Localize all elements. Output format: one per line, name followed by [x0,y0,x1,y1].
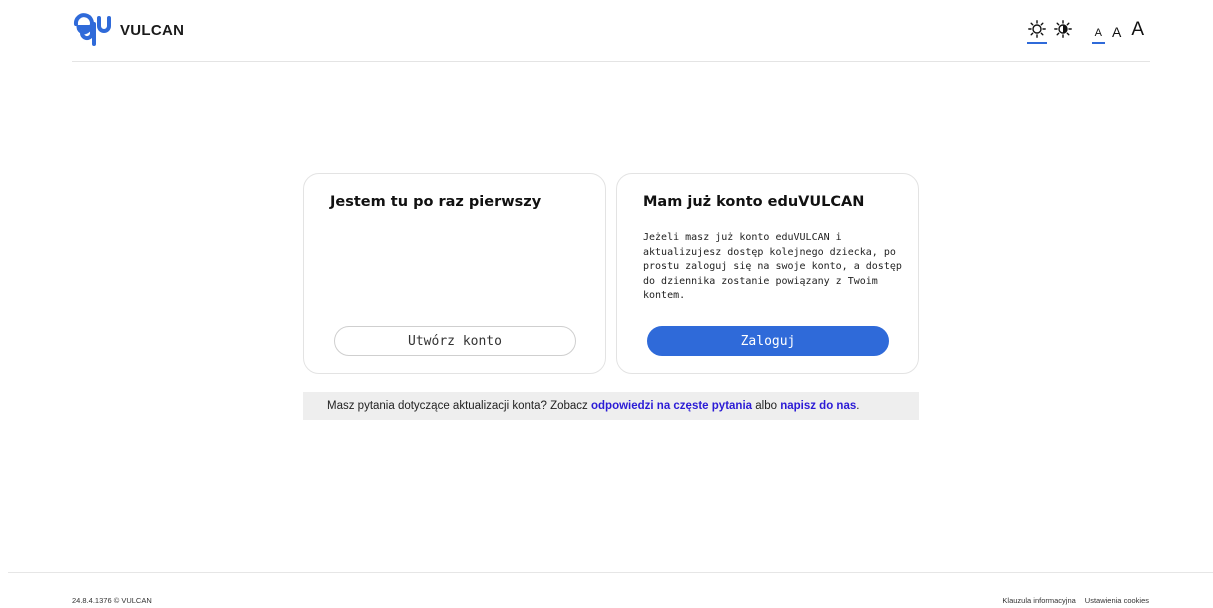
help-text-before: Masz pytania dotyczące aktualizacji kont… [327,400,591,412]
logo-text: VULCAN [120,21,185,39]
edu-vulcan-logo[interactable]: VULCAN [72,12,184,48]
font-size-small-button[interactable]: A [1091,28,1106,44]
contrast-sun-icon [1053,20,1072,38]
footer-links: Klauzula informacyjna Ustawienia cookies [1002,597,1149,605]
information-clause-link[interactable]: Klauzula informacyjna [1002,597,1075,605]
version-label: 24.8.4.1376 © VULCAN [72,596,152,605]
help-text-after: . [856,400,860,412]
create-account-button[interactable]: Utwórz konto [334,326,576,356]
new-user-card: Jestem tu po raz pierwszy Utwórz konto [303,173,606,374]
header: VULCAN A A A [72,0,1150,62]
accessibility-controls: A A A [1026,16,1144,44]
faq-link[interactable]: odpowiedzi na częste pytania [591,400,752,412]
existing-user-card: Mam już konto eduVULCAN Jeżeli masz już … [616,173,919,374]
help-text-middle: albo [752,400,781,412]
login-button[interactable]: Zaloguj [647,326,889,356]
edu-logo-icon [73,13,111,46]
cookie-settings-link[interactable]: Ustawienia cookies [1085,597,1149,605]
font-size-medium-button[interactable]: A [1112,25,1121,44]
existing-user-card-title: Mam już konto eduVULCAN [643,194,865,210]
sun-icon [1027,20,1046,38]
existing-user-card-description: Jeżeli masz już konto eduVULCAN i aktual… [643,232,902,302]
normal-contrast-button[interactable] [1026,18,1047,44]
help-info-bar: Masz pytania dotyczące aktualizacji kont… [303,392,919,420]
contact-link[interactable]: napisz do nas [780,400,856,412]
high-contrast-button[interactable] [1053,18,1073,44]
new-user-card-title: Jestem tu po raz pierwszy [330,194,542,210]
footer-divider [8,572,1213,573]
font-size-large-button[interactable]: A [1131,20,1144,44]
